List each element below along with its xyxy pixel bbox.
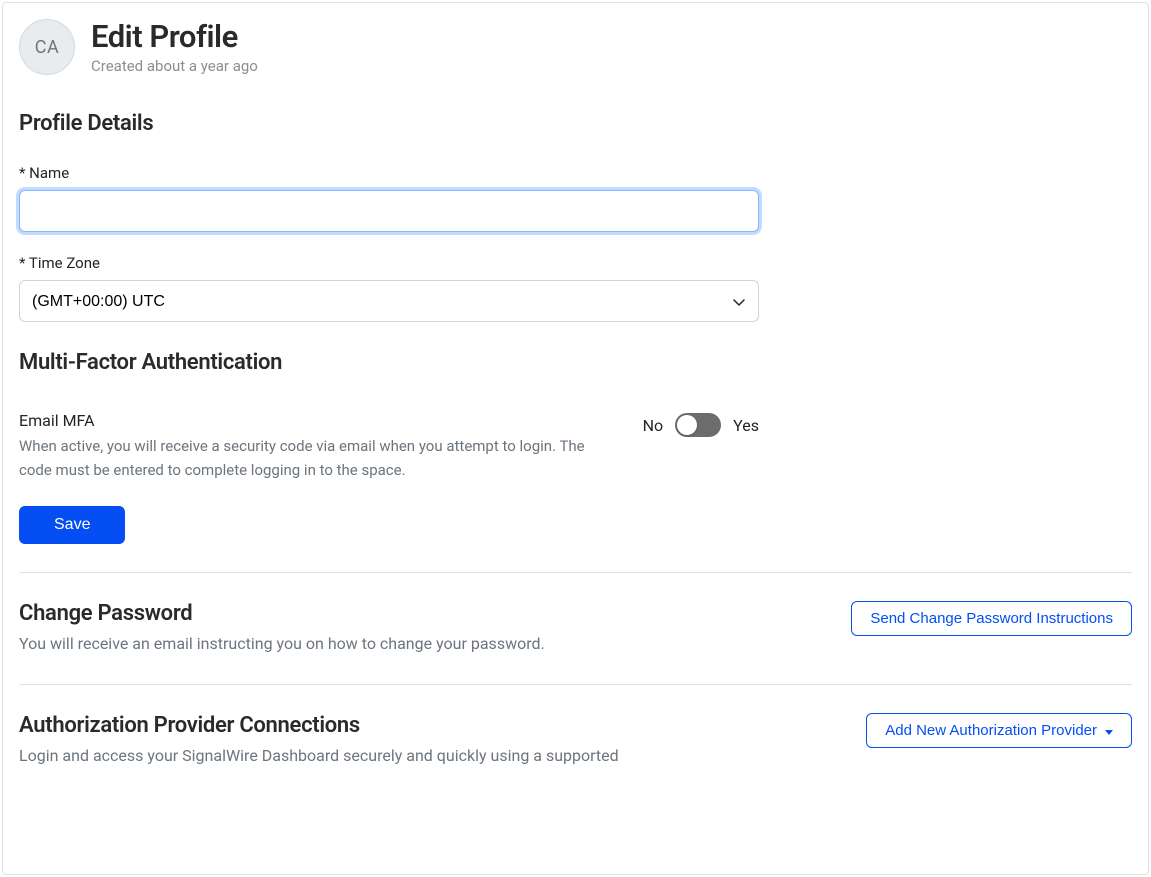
auth-provider-description: Login and access your SignalWire Dashboa… xyxy=(19,744,669,768)
timezone-label: * Time Zone xyxy=(19,254,759,272)
timezone-select[interactable]: (GMT+00:00) UTC xyxy=(19,280,759,322)
email-mfa-toggle[interactable] xyxy=(675,413,721,437)
name-field-group: * Name xyxy=(19,164,759,232)
toggle-yes-label: Yes xyxy=(733,416,759,435)
add-auth-provider-button[interactable]: Add New Authorization Provider xyxy=(866,713,1132,748)
page-subtitle: Created about a year ago xyxy=(91,57,258,75)
name-label: * Name xyxy=(19,164,759,182)
mfa-section: Multi-Factor Authentication Email MFA Wh… xyxy=(19,350,1132,544)
divider xyxy=(19,572,1132,573)
avatar-initials: CA xyxy=(35,37,59,58)
change-password-description: You will receive an email instructing yo… xyxy=(19,632,669,656)
auth-provider-section: Authorization Provider Connections Login… xyxy=(19,713,1132,768)
change-password-heading: Change Password xyxy=(19,601,669,626)
divider xyxy=(19,684,1132,685)
mfa-heading: Multi-Factor Authentication xyxy=(19,350,1132,375)
auth-provider-heading: Authorization Provider Connections xyxy=(19,713,669,738)
page-header: CA Edit Profile Created about a year ago xyxy=(19,19,1132,75)
profile-details-heading: Profile Details xyxy=(19,111,1132,136)
save-button[interactable]: Save xyxy=(19,506,125,544)
header-text: Edit Profile Created about a year ago xyxy=(91,19,258,75)
toggle-knob xyxy=(677,415,697,435)
page-title: Edit Profile xyxy=(91,19,258,55)
email-mfa-label: Email MFA xyxy=(19,411,603,430)
timezone-field-group: * Time Zone (GMT+00:00) UTC xyxy=(19,254,759,322)
change-password-section: Change Password You will receive an emai… xyxy=(19,601,1132,656)
email-mfa-toggle-group: No Yes xyxy=(643,411,759,437)
send-password-instructions-button[interactable]: Send Change Password Instructions xyxy=(851,601,1132,636)
email-mfa-description: When active, you will receive a security… xyxy=(19,434,603,482)
save-button-label: Save xyxy=(54,516,90,534)
profile-details-section: Profile Details * Name * Time Zone (GMT+… xyxy=(19,111,1132,322)
avatar: CA xyxy=(19,19,75,75)
name-input[interactable] xyxy=(19,190,759,232)
add-auth-provider-label: Add New Authorization Provider xyxy=(885,722,1097,739)
toggle-no-label: No xyxy=(643,416,664,435)
send-password-instructions-label: Send Change Password Instructions xyxy=(870,610,1113,627)
caret-down-icon xyxy=(1105,722,1113,739)
